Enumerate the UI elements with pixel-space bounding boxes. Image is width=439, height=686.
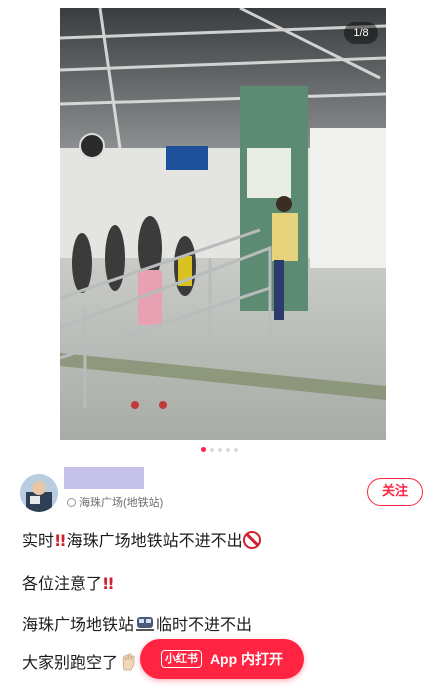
location-pin-icon [67, 497, 76, 507]
pagination-dot[interactable] [234, 448, 238, 452]
brand-logo: 小红书 [160, 650, 202, 668]
metro-train-icon [136, 617, 155, 631]
location-tag[interactable]: 海珠广场(地铁站) [67, 494, 163, 510]
post-text-line: 实时!! 海珠广场地铁站不进不出 [22, 530, 261, 552]
double-exclamation-icon: !! [102, 574, 115, 593]
gallery-pagination [0, 447, 439, 453]
post-text: 临时不进不出 [156, 615, 253, 634]
subway-station-photo [60, 8, 386, 440]
avatar[interactable] [20, 474, 58, 512]
post-text-line: 海珠广场地铁站 临时不进不出 [22, 614, 252, 636]
author-name-redacted[interactable] [64, 467, 144, 489]
post-text: 实时 [22, 531, 55, 550]
prohibited-icon [242, 531, 261, 549]
double-exclamation-icon: !! [54, 531, 67, 550]
pagination-dot[interactable] [218, 448, 222, 452]
pagination-dot[interactable] [201, 447, 206, 452]
author-bar: 海珠广场(地铁站) 关注 [20, 467, 425, 514]
post-text: 海珠广场地铁站不进不出 [66, 531, 243, 550]
post-text: 大家别跑空了 [22, 653, 119, 672]
image-counter: 1/8 [344, 22, 378, 44]
post-text-line: 大家别跑空了 [22, 652, 136, 674]
location-label: 海珠广场(地铁站) [79, 497, 164, 509]
raised-hand-icon [122, 653, 135, 671]
open-in-app-button[interactable]: 小红书 App 内打开 [140, 639, 304, 679]
open-in-app-label: App 内打开 [209, 651, 284, 667]
pagination-dot[interactable] [226, 448, 230, 452]
post-photo[interactable]: 1/8 [60, 8, 386, 440]
post-text-line: 各位注意了!! [22, 573, 115, 595]
follow-button[interactable]: 关注 [367, 478, 423, 506]
pagination-dot[interactable] [210, 448, 214, 452]
post-text: 海珠广场地铁站 [22, 615, 135, 634]
post-text: 各位注意了 [22, 574, 103, 593]
